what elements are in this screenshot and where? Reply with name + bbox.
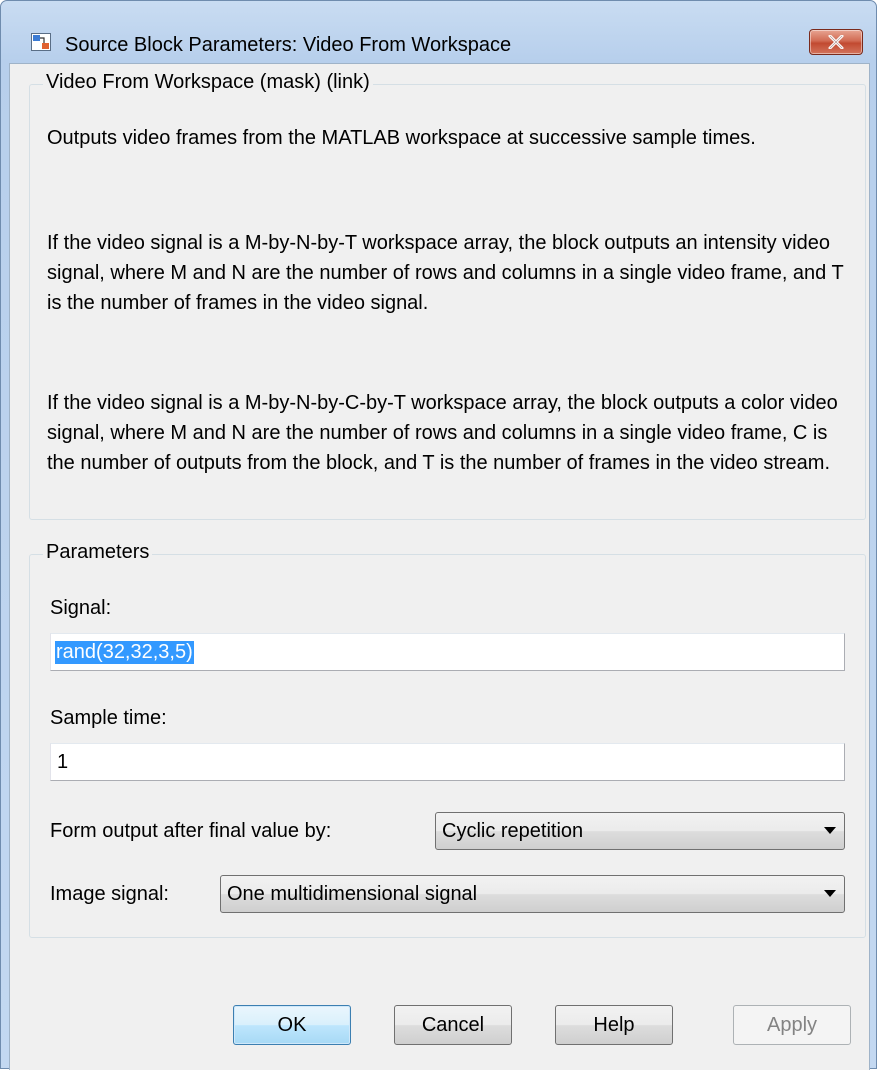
title-bar[interactable]: Source Block Parameters: Video From Work… (1, 1, 876, 56)
dialog-client-area: Video From Workspace (mask) (link) Outpu… (9, 63, 870, 1070)
image-signal-dropdown[interactable]: One multidimensional signal (220, 875, 845, 913)
simulink-block-icon (31, 33, 51, 51)
signal-label: Signal: (50, 597, 112, 619)
form-output-dropdown[interactable]: Cyclic repetition (435, 812, 845, 850)
description-paragraph-2: If the video signal is a M-by-N-by-T wor… (47, 232, 844, 314)
image-signal-selected: One multidimensional signal (227, 883, 478, 905)
dialog-window: Source Block Parameters: Video From Work… (0, 0, 877, 1070)
close-button[interactable] (809, 29, 863, 55)
signal-input[interactable]: rand(32,32,3,5) (50, 633, 845, 671)
window-title: Source Block Parameters: Video From Work… (65, 34, 512, 56)
signal-input-value: rand(32,32,3,5) (55, 641, 194, 664)
help-button[interactable]: Help (555, 1005, 673, 1045)
image-signal-label: Image signal: (50, 883, 169, 905)
close-icon (828, 35, 844, 49)
form-output-label: Form output after final value by: (50, 820, 332, 842)
description-group-label: Video From Workspace (mask) (link) (43, 71, 373, 94)
apply-button: Apply (733, 1005, 851, 1045)
form-output-selected: Cyclic repetition (442, 820, 584, 842)
parameters-group-label: Parameters (43, 541, 153, 564)
ok-button[interactable]: OK (233, 1005, 351, 1045)
sample-time-input[interactable]: 1 (50, 743, 845, 781)
sample-time-label: Sample time: (50, 707, 167, 729)
dropdown-arrow-icon (824, 890, 836, 897)
cancel-button[interactable]: Cancel (394, 1005, 512, 1045)
sample-time-input-value: 1 (57, 751, 69, 773)
description-paragraph-1: Outputs video frames from the MATLAB wor… (47, 127, 756, 149)
dropdown-arrow-icon (824, 827, 836, 834)
description-paragraph-3: If the video signal is a M-by-N-by-C-by-… (47, 392, 838, 474)
